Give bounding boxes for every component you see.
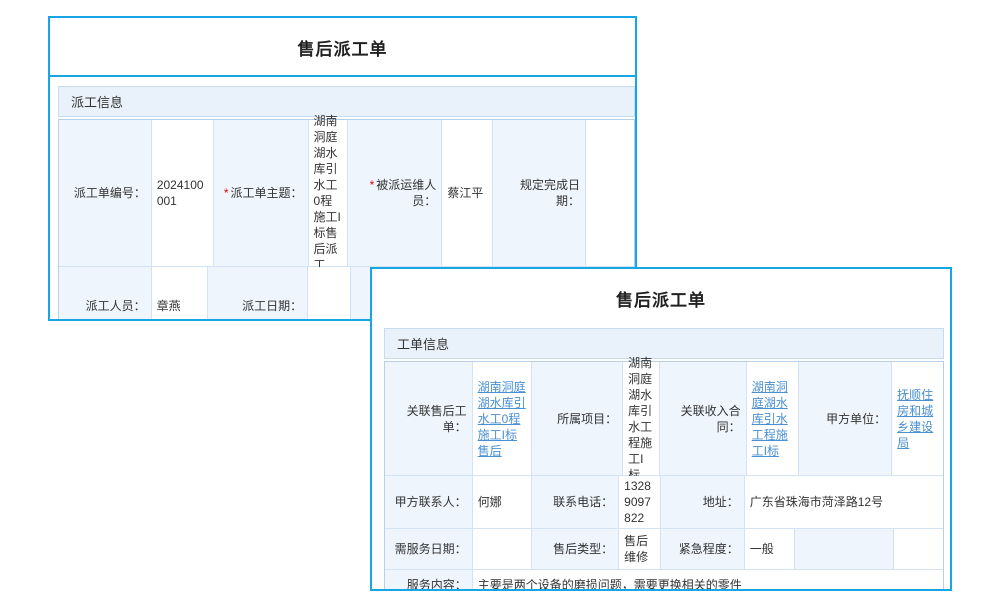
income-contract-label: 关联收入合同： <box>660 362 747 475</box>
subject-value: 湖南洞庭湖水库引水工0程施工I标售后派工 <box>309 120 349 266</box>
related-order-link[interactable]: 湖南洞庭湖水库引水工0程施工I标售后 <box>478 379 527 459</box>
order-no-label: 派工单编号： <box>59 120 152 266</box>
page: 售后派工单 派工信息 派工单编号： 2024100001 *派工单主题： <box>0 0 1000 600</box>
work-order-dialog-title: 售后派工单 <box>372 269 950 326</box>
service-date-label: 需服务日期： <box>385 529 473 569</box>
client-unit-link[interactable]: 抚顺住房和城乡建设局 <box>897 387 938 451</box>
due-date-value <box>586 120 634 266</box>
address-label: 地址： <box>661 476 745 528</box>
dispatch-table-row: 派工单编号： 2024100001 *派工单主题： 湖南洞庭湖水库引水工0程施工… <box>59 120 634 267</box>
income-contract-value: 湖南洞庭湖水库引水工程施工I标 <box>747 362 799 475</box>
service-content-value: 主要是两个设备的磨损问题，需要更换相关的零件 <box>473 570 943 591</box>
related-order-label: 关联售后工单： <box>385 362 473 475</box>
work-order-table-row: 甲方联系人： 何娜 联系电话： 13289097822 地址： <box>385 476 943 529</box>
dispatcher-label: 派工人员： <box>59 267 152 321</box>
due-date-label: 规定完成日期： <box>493 120 586 266</box>
phone-label: 联系电话： <box>532 476 619 528</box>
urgency-value: 一般 <box>745 529 795 569</box>
required-star: * <box>224 186 229 200</box>
assignee-label: *被派运维人员： <box>348 120 442 266</box>
empty-value-cell <box>894 529 943 569</box>
phone-value: 13289097822 <box>619 476 661 528</box>
work-order-section-label: 工单信息 <box>397 337 449 352</box>
project-value: 湖南洞庭湖水库引水工程施工I标 <box>623 362 660 475</box>
client-contact-label: 甲方联系人： <box>385 476 473 528</box>
dispatch-info-section-header: 派工信息 <box>58 86 635 117</box>
client-unit-label: 甲方单位： <box>799 362 893 475</box>
required-star: * <box>370 178 375 192</box>
order-no-value: 2024100001 <box>152 120 214 266</box>
client-contact-value: 何娜 <box>473 476 533 528</box>
subject-label: *派工单主题： <box>214 120 309 266</box>
service-type-value: 售后维修 <box>619 529 661 569</box>
work-order-table: 关联售后工单： 湖南洞庭湖水库引水工0程施工I标售后 所属项目： 湖南洞庭湖水库… <box>384 361 944 591</box>
empty-label-cell <box>795 529 895 569</box>
income-contract-link[interactable]: 湖南洞庭湖水库引水工程施工I标 <box>752 379 793 459</box>
service-date-value <box>473 529 533 569</box>
address-value: 广东省珠海市菏泽路12号 <box>745 476 943 528</box>
work-order-table-row: 关联售后工单： 湖南洞庭湖水库引水工0程施工I标售后 所属项目： 湖南洞庭湖水库… <box>385 362 943 476</box>
work-order-table-row: 服务内容： 主要是两个设备的磨损问题，需要更换相关的零件 <box>385 570 943 591</box>
project-label: 所属项目： <box>532 362 623 475</box>
urgency-label: 紧急程度： <box>661 529 745 569</box>
dispatch-date-label: 派工日期： <box>208 267 308 321</box>
client-unit-value: 抚顺住房和城乡建设局 <box>892 362 943 475</box>
work-order-dialog-body: 工单信息 关联售后工单： 湖南洞庭湖水库引水工0程施工I标售后 所属项目： 湖南… <box>372 326 950 591</box>
dispatch-dialog-title: 售后派工单 <box>50 18 635 77</box>
work-order-section-header: 工单信息 <box>384 328 944 359</box>
dispatch-info-section-label: 派工信息 <box>71 95 123 110</box>
assignee-value: 蔡江平 <box>442 120 493 266</box>
work-order-dialog: 售后派工单 工单信息 关联售后工单： 湖南洞庭湖水库引水工0程施工I标售后 所属… <box>370 267 952 591</box>
service-type-label: 售后类型： <box>532 529 619 569</box>
work-order-table-row: 需服务日期： 售后类型： 售后维修 紧急程度： 一般 <box>385 529 943 570</box>
dispatch-date-value <box>308 267 351 321</box>
related-order-value: 湖南洞庭湖水库引水工0程施工I标售后 <box>473 362 533 475</box>
service-content-label: 服务内容： <box>385 570 473 591</box>
dispatcher-value: 章燕 <box>152 267 209 321</box>
